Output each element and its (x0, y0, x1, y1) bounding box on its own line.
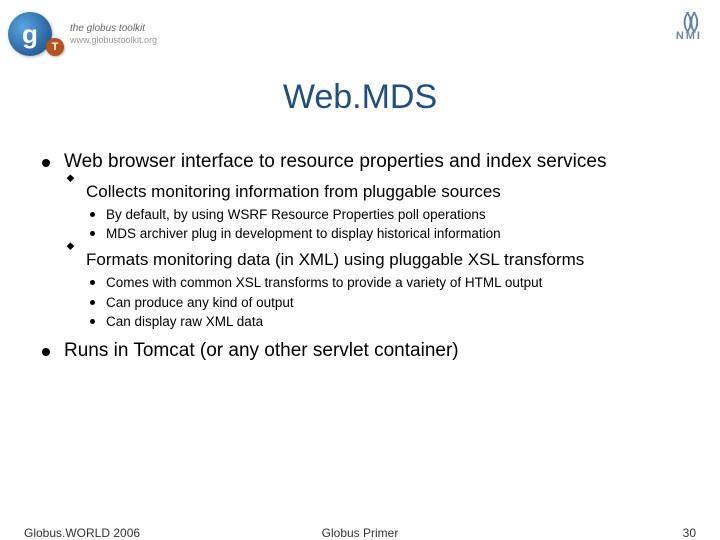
bullet-text: By default, by using WSRF Resource Prope… (106, 207, 486, 222)
toolkit-line2: www.globustoolkit.org (70, 35, 157, 46)
footer-page-number: 30 (683, 526, 696, 540)
bullet-text: Runs in Tomcat (or any other servlet con… (64, 340, 459, 361)
slide-body: Web browser interface to resource proper… (42, 150, 690, 372)
nmi-icon: (​​)(​​) (676, 14, 702, 28)
bullet-l3: Can produce any kind of output (86, 294, 690, 312)
bullet-text: Comes with common XSL transforms to prov… (106, 275, 542, 290)
nmi-logo: (​​)(​​) NMI (676, 14, 702, 42)
bullet-l2: Collects monitoring information from plu… (64, 181, 690, 244)
toolkit-line1: the globus toolkit (70, 23, 157, 35)
bullet-l2: Formats monitoring data (in XML) using p… (64, 249, 690, 331)
bullet-l3: MDS archiver plug in development to disp… (86, 225, 690, 243)
bullet-text: Collects monitoring information from plu… (86, 182, 501, 201)
bullet-text: MDS archiver plug in development to disp… (106, 226, 501, 241)
globus-logo: g T the globus toolkit www.globustoolkit… (8, 12, 157, 56)
bullet-l3: By default, by using WSRF Resource Prope… (86, 206, 690, 224)
bullet-text: Formats monitoring data (in XML) using p… (86, 250, 584, 269)
bullet-text: Can display raw XML data (106, 314, 263, 329)
globus-toolkit-text: the globus toolkit www.globustoolkit.org (70, 23, 157, 46)
bullet-text: Web browser interface to resource proper… (64, 151, 606, 172)
globus-logo-t: T (46, 38, 64, 56)
bullet-l3: Comes with common XSL transforms to prov… (86, 274, 690, 292)
bullet-text: Can produce any kind of output (106, 295, 294, 310)
bullet-l1: Runs in Tomcat (or any other servlet con… (42, 339, 690, 364)
slide-title: Web.MDS (0, 78, 720, 117)
footer-center: Globus Primer (0, 526, 720, 540)
bullet-l3: Can display raw XML data (86, 313, 690, 331)
nmi-label: NMI (676, 30, 702, 42)
bullet-l1: Web browser interface to resource proper… (42, 150, 690, 331)
